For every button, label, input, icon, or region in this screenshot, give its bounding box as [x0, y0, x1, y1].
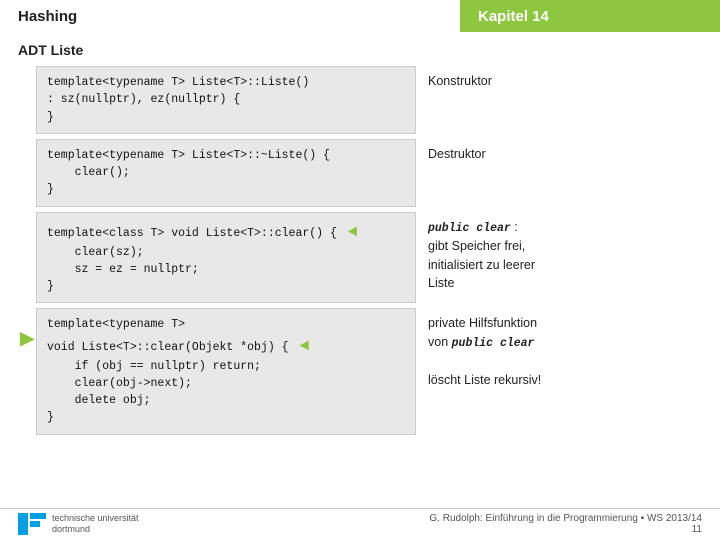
code-line: void Liste<T>::clear(Objekt *obj) {: [47, 341, 289, 354]
code-clear: template<class T> void Liste<T>::clear()…: [36, 212, 416, 304]
code-line: clear();: [47, 166, 130, 179]
label-text-clear-helper: private Hilfsfunktion von public clear l…: [428, 314, 541, 390]
code-inline-public-clear-2: public clear: [452, 337, 535, 350]
footer-citation-area: G. Rudolph: Einführung in die Programmie…: [429, 513, 702, 535]
footer: technische universitätdortmund G. Rudolp…: [0, 508, 720, 540]
label-text-destructor: Destruktor: [428, 145, 486, 164]
code-line: template<typename T>: [47, 318, 185, 331]
footer-university-name: technische universitätdortmund: [52, 513, 139, 536]
label-clear-helper: private Hilfsfunktion von public clear l…: [416, 308, 702, 396]
label-clear: public clear : gibt Speicher frei, initi…: [416, 212, 702, 300]
section-clear: template<class T> void Liste<T>::clear()…: [18, 212, 702, 304]
code-destructor: template<typename T> Liste<T>::~Liste() …: [36, 139, 416, 207]
code-line: clear(obj->next);: [47, 377, 192, 390]
code-constructor: template<typename T> Liste<T>::Liste() :…: [36, 66, 416, 134]
code-inline-public-clear: public clear: [428, 222, 511, 235]
footer-page-number: 11: [692, 524, 702, 535]
page-title: ADT Liste: [18, 42, 702, 58]
code-line: }: [47, 183, 54, 196]
tu-logo: [18, 513, 46, 535]
code-line: template<class T> void Liste<T>::clear()…: [47, 227, 337, 240]
header-title-right: Kapitel 14: [460, 0, 720, 32]
arrow-right-icon: ◄: [348, 223, 358, 241]
main-content: ADT Liste template<typename T> Liste<T>:…: [0, 32, 720, 446]
section-destructor: template<typename T> Liste<T>::~Liste() …: [18, 139, 702, 207]
code-line: delete obj;: [47, 394, 151, 407]
arrow-placeholder-1: [18, 66, 36, 95]
header-title-left: Hashing: [0, 0, 460, 32]
arrow-placeholder-2: [18, 139, 36, 168]
code-clear-helper: template<typename T> void Liste<T>::clea…: [36, 308, 416, 434]
code-line: template<typename T> Liste<T>::Liste(): [47, 76, 309, 89]
header: Hashing Kapitel 14: [0, 0, 720, 32]
arrow-left-indicator: ▶: [18, 308, 36, 349]
label-destructor: Destruktor: [416, 139, 702, 170]
code-line: : sz(nullptr), ez(nullptr) {: [47, 93, 240, 106]
section-constructor: template<typename T> Liste<T>::Liste() :…: [18, 66, 702, 134]
label-text-clear: public clear : gibt Speicher frei, initi…: [428, 218, 535, 294]
arrow-right-icon-2: ◄: [299, 337, 309, 355]
code-line: }: [47, 411, 54, 424]
footer-citation: G. Rudolph: Einführung in die Programmie…: [429, 513, 702, 524]
code-line: }: [47, 280, 54, 293]
code-line: }: [47, 111, 54, 124]
tu-logo-svg: [18, 513, 46, 535]
code-line: template<typename T> Liste<T>::~Liste() …: [47, 149, 330, 162]
code-line: clear(sz);: [47, 246, 144, 259]
code-line: sz = ez = nullptr;: [47, 263, 199, 276]
code-line: if (obj == nullptr) return;: [47, 360, 261, 373]
footer-logo-area: technische universitätdortmund: [18, 513, 139, 536]
label-constructor: Konstruktor: [416, 66, 702, 97]
arrow-placeholder-3: [18, 212, 36, 241]
label-text-constructor: Konstruktor: [428, 72, 492, 91]
section-clear-helper: ▶ template<typename T> void Liste<T>::cl…: [18, 308, 702, 434]
